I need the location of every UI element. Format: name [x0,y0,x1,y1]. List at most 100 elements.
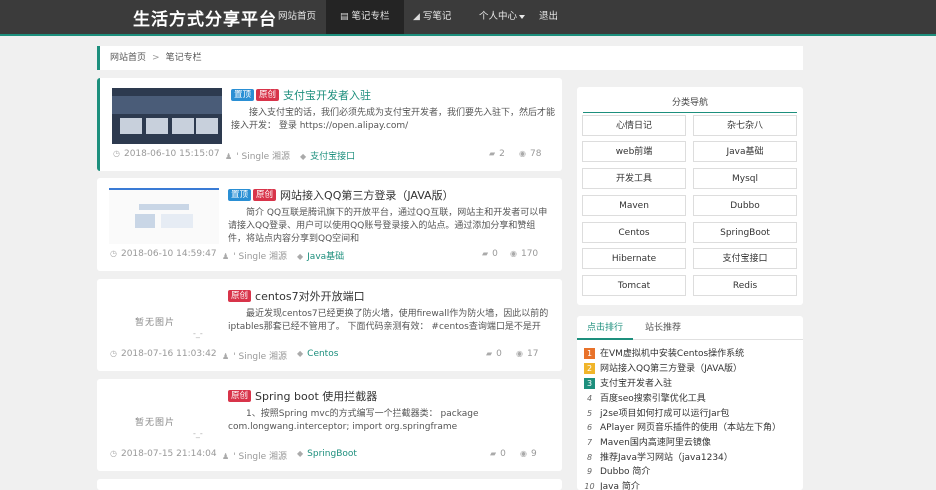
article-comments: ▰ 0 [490,449,506,459]
article-card [97,479,562,490]
category-button[interactable]: 心情日记 [582,115,686,136]
clock-icon: ◷ [110,449,117,458]
article-category[interactable]: ◆ Centos [297,349,338,359]
nav-notes-column[interactable]: ▤ 笔记专栏 [326,0,404,34]
article-summary: 接入支付宝的话，我们必须先成为支付宝开发者，我们要先入驻下，然后才能接入开发： … [231,108,556,131]
category-button[interactable]: Hibernate [582,248,686,269]
nav-user-center[interactable]: 个人中心 [479,0,526,34]
article-thumbnail[interactable]: 暂无图片 -_- [109,389,219,445]
article-meta: ◷ 2018-07-16 11:03:42 ♟ ' Single 湘源 ◆ Cento… [110,349,550,362]
breadcrumb-separator: > [152,53,160,63]
send-icon: ◢ [413,12,420,22]
no-image-emoticon: -_- [193,429,203,438]
article-views: ◉ 170 [510,249,539,259]
ranking-item[interactable]: 7 Maven国内高速阿里云镜像 [584,437,799,450]
category-button[interactable]: 支付宝接口 [693,248,797,269]
no-image-emoticon: -_- [193,329,203,338]
article-summary: 最近发现centos7已经更换了防火墙，使用firewall作为防火墙，因此以前… [228,309,549,332]
article-comments: ▰ 0 [482,249,498,259]
tag-original: 原创 [253,189,277,201]
tab-admin-recommend[interactable]: 站长推荐 [635,316,691,340]
article-category[interactable]: ◆ Java基础 [297,249,344,262]
article-comments: ▰ 0 [486,349,502,359]
user-icon: ♟ [222,252,230,261]
breadcrumb-current: 笔记专栏 [165,53,202,63]
ranking-item[interactable]: 4 百度seo搜索引擎优化工具 [584,393,799,406]
site-brand[interactable]: 生活方式分享平台 [133,5,277,30]
category-button[interactable]: Mysql [693,168,797,189]
article-date: ◷ 2018-07-16 11:03:42 [110,349,217,359]
ranking-item[interactable]: 10 Java 简介 [584,481,799,490]
article-views: ◉ 78 [519,149,542,159]
article-views: ◉ 9 [520,449,537,459]
tag-top: 置顶 [231,89,255,101]
category-button[interactable]: Maven [582,195,686,216]
article-title-row: 置顶 原创 支付宝开发者入驻 [231,87,371,103]
article-title-row: 置顶 原创 网站接入QQ第三方登录（JAVA版） [228,187,454,203]
nav-home[interactable]: 网站首页 [278,0,316,34]
eye-icon: ◉ [516,349,523,358]
ranking-item[interactable]: 1 在VM虚拟机中安装Centos操作系统 [584,348,799,361]
category-panel-title: 分类导航 [583,95,797,113]
ranking-item[interactable]: 2 网站接入QQ第三方登录（JAVA版） [584,363,799,376]
caret-down-icon [519,14,526,19]
file-icon: ▤ [340,12,349,22]
ranking-panel: 点击排行 站长推荐 1 在VM虚拟机中安装Centos操作系统 2 网站接入QQ第三… [577,316,803,490]
article-title-row: 原创 centos7对外开放端口 [228,288,365,304]
article-author: ♟ ' Single 湘源 [222,452,288,462]
article-title[interactable]: Spring boot 使用拦截器 [255,388,377,404]
eye-icon: ◉ [510,249,517,258]
category-button[interactable]: Tomcat [582,275,686,296]
clock-icon: ◷ [110,349,117,358]
article-comments: ▰ 2 [489,149,505,159]
comment-icon: ▰ [486,349,493,358]
category-button[interactable]: Centos [582,222,686,243]
nav-write-note[interactable]: ◢ 写笔记 [413,0,451,34]
top-navbar: 生活方式分享平台 网站首页 ▤ 笔记专栏 ◢ 写笔记 个人中心 退出 [0,0,936,36]
eye-icon: ◉ [520,449,527,458]
article-meta: ◷ 2018-06-10 15:15:07 ♟ ' Single 湘源 ◆ 支付宝接口… [113,149,553,162]
category-button[interactable]: SpringBoot [693,222,797,243]
nav-logout[interactable]: 退出 [539,0,558,34]
article-title[interactable]: 支付宝开发者入驻 [283,87,371,103]
category-button[interactable]: Dubbo [693,195,797,216]
category-button[interactable]: web前端 [582,141,686,162]
comment-icon: ▰ [489,149,496,158]
article-title[interactable]: 网站接入QQ第三方登录（JAVA版） [280,187,454,203]
breadcrumb-home[interactable]: 网站首页 [110,53,146,63]
ranking-item[interactable]: 3 支付宝开发者入驻 [584,378,799,391]
article-thumbnail[interactable] [109,188,219,244]
comment-icon: ▰ [490,449,497,458]
eye-icon: ◉ [519,149,526,158]
article-author: ♟ ' Single 湘源 [225,152,291,162]
tab-click-ranking[interactable]: 点击排行 [577,316,634,340]
tag-original: 原创 [256,89,280,101]
article-category[interactable]: ◆ SpringBoot [297,449,357,459]
article-thumbnail[interactable] [112,88,222,144]
ranking-tabs: 点击排行 站长推荐 [577,316,803,340]
tag-icon: ◆ [297,349,304,358]
category-button[interactable]: 开发工具 [582,168,686,189]
category-button[interactable]: 杂七杂八 [693,115,797,136]
category-button[interactable]: Java基础 [693,141,797,162]
article-date: ◷ 2018-06-10 14:59:47 [110,249,217,259]
tag-original: 原创 [228,290,252,302]
article-author: ♟ ' Single 湘源 [222,352,288,362]
article-thumbnail[interactable]: 暂无图片 -_- [109,289,219,345]
article-category[interactable]: ◆ 支付宝接口 [300,149,355,162]
tag-icon: ◆ [300,152,307,161]
ranking-item[interactable]: 9 Dubbo 简介 [584,466,799,479]
article-meta: ◷ 2018-07-15 21:14:04 ♟ ' Single 湘源 ◆ Sprin… [110,449,550,462]
tag-original: 原创 [228,390,252,402]
ranking-item[interactable]: 8 推荐Java学习网站（java1234） [584,452,799,465]
ranking-item[interactable]: 6 APlayer 网页音乐插件的使用（本站左下角） [584,422,799,435]
tag-top: 置顶 [228,189,252,201]
article-summary: 简介 QQ互联是腾讯旗下的开放平台，通过QQ互联，网站主和开发者可以申请接入QQ… [228,208,548,244]
category-panel: 分类导航 心情日记 杂七杂八 web前端 Java基础 开发工具 Mysql M… [577,87,803,305]
article-title[interactable]: centos7对外开放端口 [255,288,365,304]
category-button[interactable]: Redis [693,275,797,296]
tag-icon: ◆ [297,252,304,261]
breadcrumb: 网站首页 > 笔记专栏 [97,46,803,70]
article-date: ◷ 2018-06-10 15:15:07 [113,149,220,159]
ranking-item[interactable]: 5 j2se项目如何打成可以运行Jar包 [584,408,799,421]
